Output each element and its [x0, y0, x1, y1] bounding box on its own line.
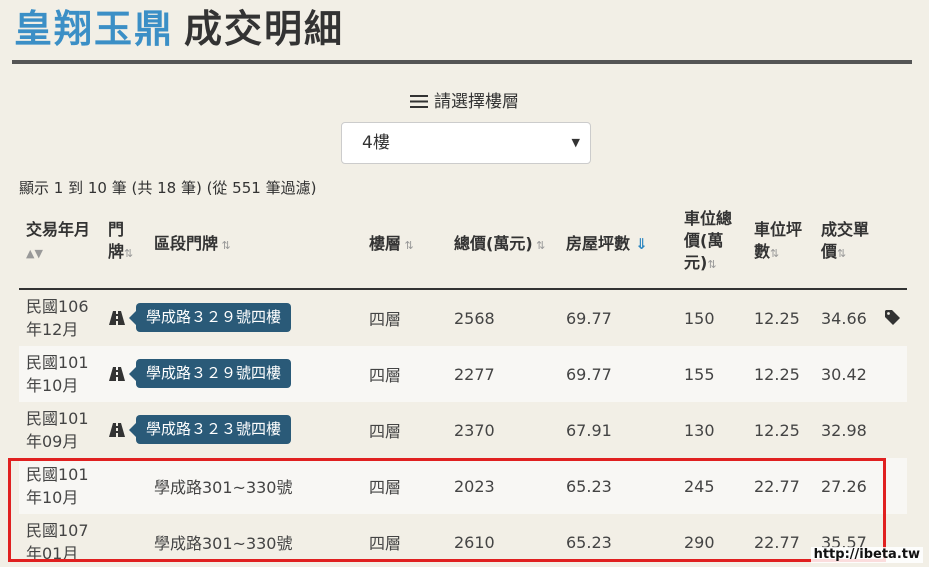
sort-icon: ⇅: [401, 239, 414, 252]
floor-select[interactable]: 4樓 ▼: [341, 122, 591, 164]
watermark: http://ibeta.tw: [810, 547, 923, 563]
col-date[interactable]: 交易年月 ▲▼: [26, 219, 90, 265]
title-brand: 皇翔玉鼎: [14, 7, 175, 51]
cell-car-area: 22.77: [754, 532, 800, 552]
cell-car-price: 155: [684, 364, 715, 384]
tag-icon[interactable]: [885, 310, 900, 325]
cell-car-area: 12.25: [754, 420, 800, 440]
cell-car-price: 130: [684, 420, 715, 440]
col-car-price[interactable]: 車位總 價(萬 元)⇅: [684, 208, 732, 276]
sort-icon: ▲▼: [26, 247, 43, 260]
floor-select-value: 4樓: [362, 133, 390, 153]
cell-date: 民國107 年01月: [26, 521, 89, 563]
cell-area: 69.77: [566, 364, 612, 384]
cell-car-price: 290: [684, 532, 715, 552]
cell-area: 65.23: [566, 476, 612, 496]
cell-total: 2610: [454, 532, 495, 552]
cell-floor: 四層: [369, 366, 402, 385]
cell-floor: 四層: [369, 422, 402, 441]
table-row: 民國106 年12月 學成路３２９號四樓 四層 2568 69.77 150 12…: [19, 290, 907, 346]
address-tag[interactable]: 學成路３２３號四樓: [128, 415, 292, 444]
cell-address: 學成路301~330號: [154, 478, 293, 497]
cell-date: 民國101 年09月: [26, 409, 89, 451]
col-car-area[interactable]: 車位坪 數⇅: [754, 219, 802, 265]
col-area[interactable]: 房屋坪數 ⇓: [566, 233, 648, 255]
table-info: 顯示 1 到 10 筆 (共 18 筆) (從 551 筆過濾): [19, 179, 317, 197]
sort-desc-icon: ⇓: [630, 235, 648, 253]
cell-unit-price: 32.98: [821, 420, 867, 440]
cell-area: 69.77: [566, 308, 612, 328]
col-floor[interactable]: 樓層 ⇅: [369, 233, 414, 257]
cell-unit-price: 30.42: [821, 364, 867, 384]
map-icon[interactable]: [109, 423, 125, 437]
table-row: 民國107 年01月 學成路301~330號 四層 2610 65.23 290 …: [19, 514, 907, 567]
menu-icon: [410, 95, 428, 108]
table-row: 民國101 年10月 學成路３２９號四樓 四層 2277 69.77 155 12…: [19, 346, 907, 402]
map-icon[interactable]: [109, 367, 125, 381]
cell-total: 2023: [454, 476, 495, 496]
title-text: 成交明細: [184, 7, 345, 51]
col-door[interactable]: 門 牌⇅: [108, 219, 133, 265]
address-tag[interactable]: 學成路３２９號四樓: [128, 359, 292, 388]
cell-floor: 四層: [369, 534, 402, 553]
sort-icon: ⇅: [218, 239, 231, 252]
cell-car-area: 12.25: [754, 364, 800, 384]
col-total[interactable]: 總價(萬元) ⇅: [454, 233, 545, 257]
sort-icon: ⇅: [837, 247, 847, 260]
table-body: 民國106 年12月 學成路３２９號四樓 四層 2568 69.77 150 12…: [19, 290, 907, 567]
cell-total: 2370: [454, 420, 495, 440]
cell-floor: 四層: [369, 478, 402, 497]
sort-icon: ⇅: [124, 247, 134, 260]
cell-car-area: 12.25: [754, 308, 800, 328]
cell-unit-price: 34.66: [821, 308, 867, 328]
map-icon[interactable]: [109, 311, 125, 325]
cell-car-price: 150: [684, 308, 715, 328]
floor-filter-label: 請選擇樓層: [0, 90, 929, 114]
sort-icon: ⇅: [532, 239, 546, 252]
title-divider: [12, 60, 912, 64]
cell-car-area: 22.77: [754, 476, 800, 496]
address-tag[interactable]: 學成路３２９號四樓: [128, 303, 292, 332]
col-unit-price[interactable]: 成交單 價⇅: [821, 219, 869, 265]
cell-date: 民國101 年10月: [26, 465, 89, 507]
table-row: 民國101 年09月 學成路３２３號四樓 四層 2370 67.91 130 12…: [19, 402, 907, 458]
cell-total: 2568: [454, 308, 495, 328]
sort-icon: ⇅: [707, 258, 717, 271]
cell-area: 65.23: [566, 532, 612, 552]
cell-car-price: 245: [684, 476, 715, 496]
cell-date: 民國101 年10月: [26, 353, 89, 395]
page-title: 皇翔玉鼎 成交明細: [14, 4, 344, 54]
cell-floor: 四層: [369, 310, 402, 329]
cell-date: 民國106 年12月: [26, 297, 89, 339]
cell-total: 2277: [454, 364, 495, 384]
table-header: 交易年月 ▲▼ 門 牌⇅ 區段門牌 ⇅ 樓層 ⇅ 總價(萬元) ⇅ 房屋坪數 ⇓…: [19, 209, 907, 290]
cell-address: 學成路301~330號: [154, 534, 293, 553]
caret-down-icon: ▼: [571, 136, 580, 149]
table-row: 民國101 年10月 學成路301~330號 四層 2023 65.23 245 …: [19, 458, 907, 514]
cell-unit-price: 27.26: [821, 476, 867, 496]
col-address[interactable]: 區段門牌 ⇅: [154, 233, 231, 257]
cell-area: 67.91: [566, 420, 612, 440]
sort-icon: ⇅: [770, 247, 780, 260]
